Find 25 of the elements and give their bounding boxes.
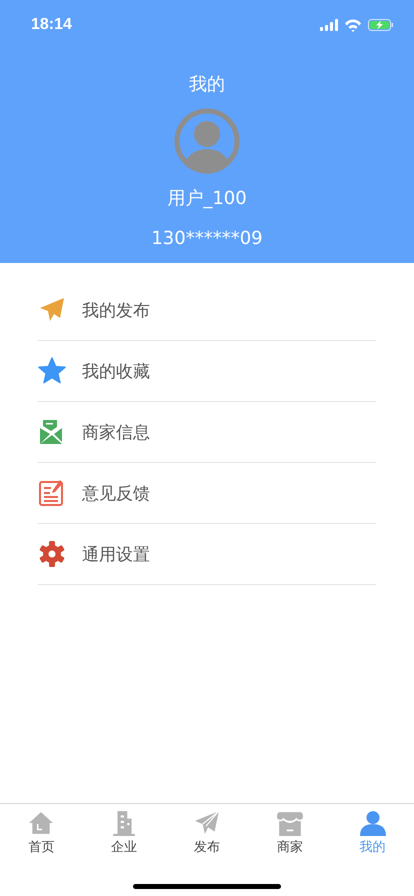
- menu-item[interactable]: 通用设置: [38, 524, 376, 585]
- menu-item[interactable]: 我的发布: [38, 280, 376, 341]
- tab-item[interactable]: 企业: [82, 804, 166, 860]
- gear-icon: [38, 540, 66, 568]
- menu-item[interactable]: 我的收藏: [38, 341, 376, 402]
- tab-item[interactable]: 商家: [248, 804, 332, 860]
- person-icon: [360, 810, 386, 836]
- storefront-icon: [276, 810, 303, 836]
- status-time: 18:14: [31, 16, 72, 34]
- building-icon: [111, 810, 138, 836]
- menu-item[interactable]: 意见反馈: [38, 463, 376, 524]
- signal-icon: [320, 19, 338, 31]
- menu-item[interactable]: 商家信息: [38, 402, 376, 463]
- paper-plane-icon: [194, 810, 220, 836]
- battery-icon: [368, 19, 394, 31]
- house-icon: [28, 810, 54, 836]
- page-title: 我的: [189, 73, 225, 96]
- username: 用户_100: [167, 187, 247, 210]
- tab-item[interactable]: 首页: [0, 804, 83, 860]
- star-icon: [38, 357, 66, 385]
- phone-number: 130******09: [151, 228, 263, 249]
- wifi-icon: [344, 18, 362, 32]
- avatar: [174, 108, 240, 174]
- tab-item[interactable]: 发布: [166, 804, 248, 860]
- notepad-icon: [38, 479, 66, 507]
